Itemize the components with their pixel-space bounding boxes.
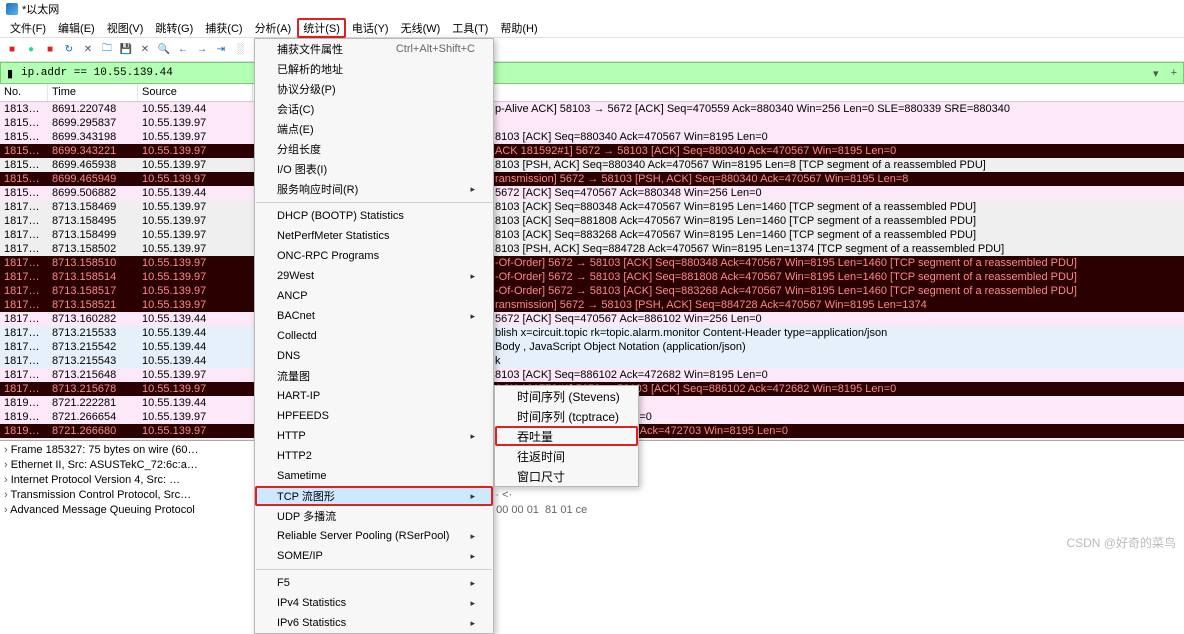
menu-item[interactable]: 工具(T) [446,18,494,38]
menu-item[interactable]: HART-IP [255,386,493,406]
packet-row[interactable]: 1817…8713.15849510.55.139.978103 [ACK] S… [0,214,1184,228]
watermark: CSDN @好奇的菜鸟 [1066,534,1176,551]
toolbar-button[interactable]: → [194,42,210,58]
add-icon[interactable]: + [1165,67,1183,79]
menu-item[interactable]: 流量图 [255,366,493,386]
packet-row[interactable]: 1813…8691.22074810.55.139.44p-Alive ACK]… [0,102,1184,116]
toolbar-button[interactable]: ░ [232,42,248,58]
menu-item[interactable]: SOME/IP▸ [255,546,493,566]
submenu-item[interactable]: 窗口尺寸 [495,466,638,486]
toolbar-button[interactable]: 🗀 [99,42,115,58]
menu-item[interactable]: DHCP (BOOTP) Statistics [255,206,493,226]
menu-item[interactable]: IPv4 Statistics▸ [255,593,493,613]
packet-row[interactable]: 1817…8713.15850210.55.139.978103 [PSH, A… [0,242,1184,256]
packet-row[interactable]: 1817…8713.15851010.55.139.97-Of-Order] 5… [0,256,1184,270]
menu-item[interactable]: 分组长度 [255,139,493,159]
col-no[interactable]: No. [0,84,48,101]
display-filter-bar[interactable]: ▮ ▾ + [0,62,1184,84]
menu-item[interactable]: ANCP [255,286,493,306]
window-title: *以太网 [22,1,59,17]
menubar[interactable]: 文件(F)编辑(E)视图(V)跳转(G)捕获(C)分析(A)统计(S)电话(Y)… [0,18,1184,38]
menu-item[interactable]: UDP 多播流 [255,506,493,526]
packet-row[interactable]: 1817…8713.15846910.55.139.978103 [ACK] S… [0,200,1184,214]
hex-line: 00… 3c 00 ·· ··4j ····· <· [386,488,1178,503]
packet-row[interactable]: 1817…8713.21554210.55.139.44Body , JavaS… [0,340,1184,354]
packet-list-header: No. Time Source [0,84,1184,102]
packet-row[interactable]: 1815…8699.46594910.55.139.97ransmission]… [0,172,1184,186]
menu-item[interactable]: 分析(A) [249,18,298,38]
packet-row[interactable]: 1817…8713.21554310.55.139.44k [0,354,1184,368]
toolbar-button[interactable]: ■ [4,42,20,58]
menu-item[interactable]: 视图(V) [101,18,150,38]
hex-line: 0040 50 00 00 00 00 00 00 01 81 01 ce [386,503,1178,518]
col-time[interactable]: Time [48,84,138,101]
menu-item[interactable]: BACnet▸ [255,306,493,326]
menu-item[interactable]: 29West▸ [255,266,493,286]
menu-item[interactable]: HTTP▸ [255,426,493,446]
menu-item[interactable]: 帮助(H) [494,18,543,38]
menu-item[interactable]: 捕获文件属性Ctrl+Alt+Shift+C [255,39,493,59]
menu-item[interactable]: 统计(S) [297,18,346,38]
menu-item[interactable]: 无线(W) [395,18,447,38]
menu-item[interactable]: I/O 图表(I) [255,159,493,179]
menu-item[interactable]: Sametime [255,466,493,486]
submenu-item[interactable]: 吞吐量 [495,426,638,446]
packet-row[interactable]: 1815…8699.29583710.55.139.97 [0,116,1184,130]
menu-item[interactable]: 文件(F) [4,18,52,38]
toolbar-button[interactable]: ● [23,42,39,58]
menu-item[interactable]: 端点(E) [255,119,493,139]
menu-item[interactable]: HPFEEDS [255,406,493,426]
menu-item[interactable]: Reliable Server Pooling (RSerPool)▸ [255,526,493,546]
tcp-stream-submenu[interactable]: 时间序列 (Stevens)时间序列 (tcptrace)吞吐量往返时间窗口尺寸 [494,385,639,487]
toolbar-button[interactable]: ⇥ [213,42,229,58]
menu-item[interactable]: IPv6 Statistics▸ [255,613,493,633]
menu-item[interactable]: 已解析的地址 [255,59,493,79]
menu-item[interactable]: 电话(Y) [346,18,395,38]
packet-row[interactable]: 1817…8713.21553310.55.139.44blish x=circ… [0,326,1184,340]
packet-row[interactable]: 1815…8699.34319810.55.139.978103 [ACK] S… [0,130,1184,144]
menu-item[interactable]: 编辑(E) [52,18,101,38]
menu-item[interactable]: HTTP2 [255,446,493,466]
packet-row[interactable]: 1817…8713.16028210.55.139.445672 [ACK] S… [0,312,1184,326]
menu-item[interactable]: 捕获(C) [199,18,248,38]
packet-row[interactable]: 1817…8713.15851710.55.139.97-Of-Order] 5… [0,284,1184,298]
submenu-item[interactable]: 时间序列 (tcptrace) [495,406,638,426]
toolbar-button[interactable]: ✕ [137,42,153,58]
main-toolbar: ■●■↻✕🗀💾✕🔍←→⇥░⊕⊖⊜▦▤▥▦ [0,38,1184,62]
submenu-item[interactable]: 时间序列 (Stevens) [495,386,638,406]
col-source[interactable]: Source [138,84,253,101]
toolbar-button[interactable]: ↻ [61,42,77,58]
packet-row[interactable]: 1817…8713.21564810.55.139.978103 [ACK] S… [0,368,1184,382]
packet-row[interactable]: 1817…8713.15849910.55.139.978103 [ACK] S… [0,228,1184,242]
packet-row[interactable]: 1817…8713.15852110.55.139.97ransmission]… [0,298,1184,312]
packet-row[interactable]: 1815…8699.46593810.55.139.978103 [PSH, A… [0,158,1184,172]
toolbar-button[interactable]: 💾 [118,42,134,58]
dropdown-icon[interactable]: ▾ [1147,67,1165,80]
statistics-menu[interactable]: 捕获文件属性Ctrl+Alt+Shift+C已解析的地址协议分级(P)会话(C)… [254,38,494,634]
menu-item[interactable]: DNS [255,346,493,366]
toolbar-button[interactable]: 🔍 [156,42,172,58]
menu-item[interactable]: 会话(C) [255,99,493,119]
toolbar-button[interactable]: ✕ [80,42,96,58]
menu-item[interactable]: Collectd [255,326,493,346]
packet-row[interactable]: 1815…8699.34322110.55.139.97ACK 181592#1… [0,144,1184,158]
menu-item[interactable]: ONC-RPC Programs [255,246,493,266]
display-filter-input[interactable] [19,65,1147,81]
menu-item[interactable]: 服务响应时间(R)▸ [255,179,493,199]
toolbar-button[interactable]: ■ [42,42,58,58]
menu-item[interactable]: 跳转(G) [149,18,199,38]
packet-row[interactable]: 1817…8713.15851410.55.139.97-Of-Order] 5… [0,270,1184,284]
bookmark-icon[interactable]: ▮ [1,67,19,80]
submenu-item[interactable]: 往返时间 [495,446,638,466]
menu-item[interactable]: NetPerfMeter Statistics [255,226,493,246]
menu-item[interactable]: TCP 流图形▸ [255,486,493,506]
titlebar: *以太网 [0,0,1184,18]
menu-item[interactable]: 协议分级(P) [255,79,493,99]
app-icon [6,3,18,15]
menu-item[interactable]: F5▸ [255,573,493,593]
toolbar-button[interactable]: ← [175,42,191,58]
packet-row[interactable]: 1815…8699.50688210.55.139.445672 [ACK] S… [0,186,1184,200]
